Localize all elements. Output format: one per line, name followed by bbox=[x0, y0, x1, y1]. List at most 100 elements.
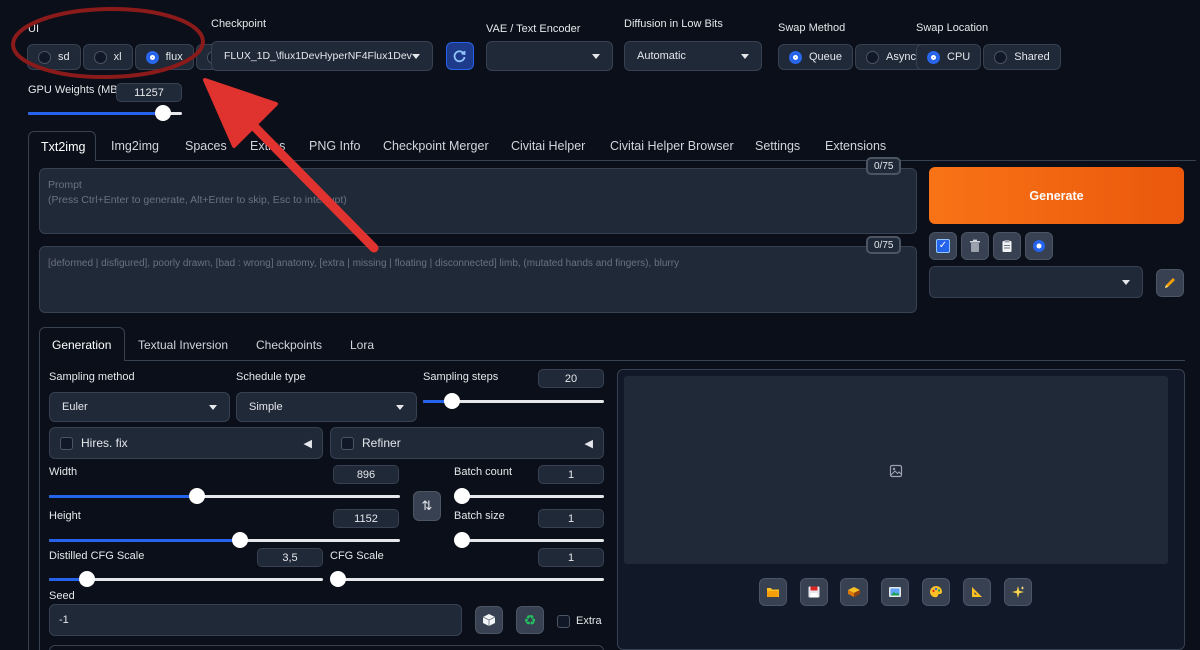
tab-extras[interactable]: Extras bbox=[250, 139, 285, 153]
subtab-lora[interactable]: Lora bbox=[350, 338, 374, 352]
palette-icon bbox=[930, 586, 942, 598]
swap-method-queue[interactable]: Queue bbox=[778, 44, 854, 70]
subtab-checkpoints[interactable]: Checkpoints bbox=[256, 338, 322, 352]
trash-icon bbox=[970, 239, 980, 252]
clipboard-icon bbox=[1002, 240, 1012, 252]
subtab-generation[interactable]: Generation bbox=[39, 327, 125, 361]
gpu-weights-slider[interactable] bbox=[28, 105, 182, 121]
batch-size-input[interactable]: 1 bbox=[538, 509, 604, 528]
ui-option-sd[interactable]: sd bbox=[27, 44, 81, 70]
sampling-steps-input[interactable]: 20 bbox=[538, 369, 604, 388]
negative-prompt-textarea[interactable]: [deformed | disfigured], poorly drawn, [… bbox=[39, 246, 917, 313]
swap-method-label: Swap Method bbox=[778, 22, 846, 34]
output-image-area[interactable] bbox=[624, 376, 1168, 564]
styles-button[interactable] bbox=[993, 232, 1021, 260]
batch-size-label: Batch size bbox=[454, 510, 505, 522]
swap-location-label: Swap Location bbox=[916, 22, 989, 34]
batch-size-slider[interactable] bbox=[454, 532, 604, 548]
diffusion-dropdown[interactable]: Automatic bbox=[624, 41, 762, 71]
gpu-weights-input[interactable]: 11257 bbox=[116, 83, 182, 102]
cfg-scale-input[interactable]: 1 bbox=[538, 548, 604, 567]
distilled-cfg-input[interactable]: 3,5 bbox=[257, 548, 323, 567]
batch-count-slider[interactable] bbox=[454, 488, 604, 504]
ui-option-xl[interactable]: xl bbox=[82, 44, 133, 70]
negative-token-counter: 0/75 bbox=[866, 236, 902, 254]
swap-location-cpu[interactable]: CPU bbox=[916, 44, 982, 70]
tab-checkpoint-merger[interactable]: Checkpoint Merger bbox=[383, 139, 489, 153]
ui-label: UI bbox=[28, 23, 39, 35]
extra-seed-checkbox[interactable] bbox=[557, 615, 570, 628]
next-section-edge bbox=[49, 645, 604, 650]
collapse-arrow-icon: ◀ bbox=[303, 437, 312, 450]
tab-spaces[interactable]: Spaces bbox=[185, 139, 227, 153]
height-input[interactable]: 1152 bbox=[333, 509, 399, 528]
chevron-down-icon bbox=[592, 53, 600, 59]
sparkle-button[interactable] bbox=[1004, 578, 1032, 606]
recycle-icon: ♻ bbox=[523, 611, 537, 628]
hires-fix-accordion[interactable]: Hires. fix ◀ bbox=[49, 427, 323, 459]
refiner-accordion[interactable]: Refiner ◀ bbox=[330, 427, 604, 459]
refiner-checkbox[interactable] bbox=[341, 436, 354, 450]
chevron-down-icon bbox=[741, 53, 749, 59]
distilled-cfg-slider[interactable] bbox=[49, 571, 323, 587]
tab-civitai-helper-browser[interactable]: Civitai Helper Browser bbox=[610, 139, 734, 153]
tab-txt2img[interactable]: Txt2img bbox=[28, 131, 96, 161]
tab-img2img[interactable]: Img2img bbox=[111, 139, 159, 153]
swap-dimensions-button[interactable]: ⇅ bbox=[413, 491, 441, 521]
schedule-type-dropdown[interactable]: Simple bbox=[236, 392, 417, 422]
paste-prompt-button[interactable]: ✓ bbox=[929, 232, 957, 260]
seed-input[interactable]: -1 bbox=[49, 604, 462, 636]
batch-count-label: Batch count bbox=[454, 466, 513, 478]
triangle-ruler-icon bbox=[972, 587, 982, 597]
schedule-type-label: Schedule type bbox=[236, 371, 306, 383]
package-icon bbox=[848, 587, 860, 597]
save-icon bbox=[808, 586, 820, 598]
swap-location-shared[interactable]: Shared bbox=[983, 44, 1061, 70]
send-to-img2img-button[interactable] bbox=[881, 578, 909, 606]
checkpoint-dropdown[interactable]: FLUX_1D_\flux1DevHyperNF4Flux1DevBl bbox=[211, 41, 433, 71]
pencil-icon bbox=[1165, 278, 1175, 288]
swap-location-group: CPU Shared bbox=[916, 44, 1061, 70]
swap-method-group: Queue Async bbox=[778, 44, 927, 70]
tab-civitai-helper[interactable]: Civitai Helper bbox=[511, 139, 585, 153]
chevron-down-icon bbox=[412, 53, 420, 59]
diffusion-value: Automatic bbox=[637, 50, 686, 62]
batch-count-input[interactable]: 1 bbox=[538, 465, 604, 484]
tab-extensions[interactable]: Extensions bbox=[825, 139, 886, 153]
cfg-scale-slider[interactable] bbox=[330, 571, 604, 587]
hires-fix-checkbox[interactable] bbox=[60, 436, 73, 450]
subtab-panel-border bbox=[39, 360, 40, 650]
sampling-steps-slider[interactable] bbox=[423, 393, 604, 409]
width-slider[interactable] bbox=[49, 488, 400, 504]
height-slider[interactable] bbox=[49, 532, 400, 548]
generate-button[interactable]: Generate bbox=[929, 167, 1184, 224]
subtab-textual-inversion[interactable]: Textual Inversion bbox=[138, 338, 228, 352]
reuse-seed-button[interactable]: ♻ bbox=[516, 606, 544, 634]
vae-dropdown[interactable] bbox=[486, 41, 613, 71]
send-to-inpaint-button[interactable] bbox=[922, 578, 950, 606]
ui-option-flux[interactable]: flux bbox=[134, 44, 194, 70]
prompt-placeholder-title: Prompt bbox=[48, 179, 82, 191]
swap-arrows-icon: ⇅ bbox=[421, 498, 433, 513]
edit-styles-button[interactable] bbox=[1156, 269, 1184, 297]
output-gallery-panel bbox=[617, 369, 1185, 650]
tab-settings[interactable]: Settings bbox=[755, 139, 800, 153]
styles-dropdown[interactable] bbox=[929, 266, 1143, 298]
extra-networks-button[interactable] bbox=[1025, 232, 1053, 260]
vae-label: VAE / Text Encoder bbox=[486, 23, 581, 35]
width-input[interactable]: 896 bbox=[333, 465, 399, 484]
refresh-icon bbox=[453, 50, 466, 63]
zip-button[interactable] bbox=[840, 578, 868, 606]
save-button[interactable] bbox=[800, 578, 828, 606]
tab-png-info[interactable]: PNG Info bbox=[309, 139, 360, 153]
send-to-extras-button[interactable] bbox=[963, 578, 991, 606]
prompt-textarea[interactable]: Prompt (Press Ctrl+Enter to generate, Al… bbox=[39, 168, 917, 234]
random-seed-button[interactable] bbox=[475, 606, 503, 634]
gpu-weights-label: GPU Weights (MB) bbox=[28, 84, 122, 96]
width-label: Width bbox=[49, 466, 78, 478]
clear-prompt-button[interactable] bbox=[961, 232, 989, 260]
seed-label: Seed bbox=[49, 590, 75, 602]
open-folder-button[interactable] bbox=[759, 578, 787, 606]
sampling-method-dropdown[interactable]: Euler bbox=[49, 392, 230, 422]
refresh-checkpoint-button[interactable] bbox=[446, 42, 474, 70]
